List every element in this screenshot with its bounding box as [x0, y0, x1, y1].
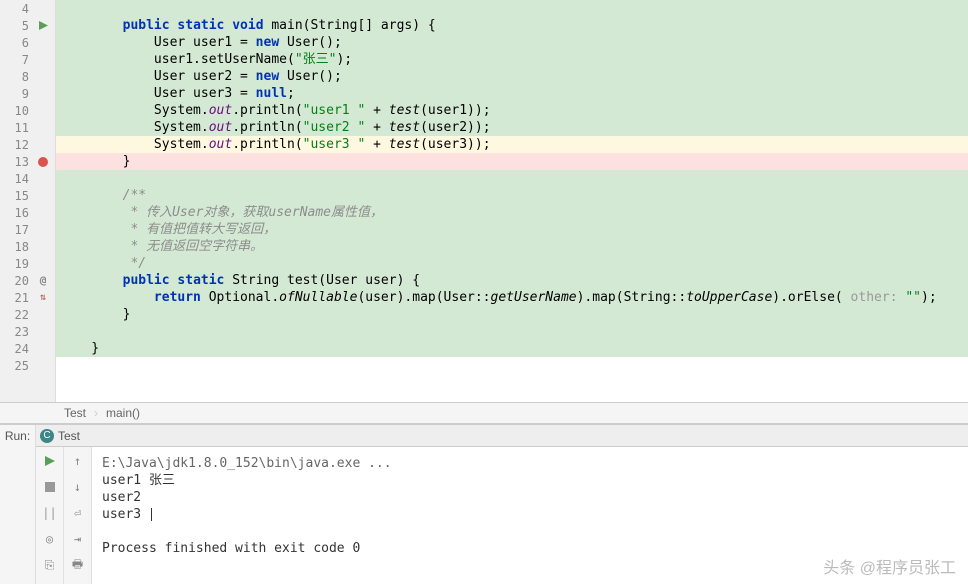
line-number: 10 — [11, 104, 35, 118]
run-toolbar-primary: || ◎ ⎘ — [36, 447, 64, 584]
line-number: 6 — [11, 36, 35, 50]
editor-area: 4 5 6 7 8 9 10 11 12 13 14 15 16 17 18 1… — [0, 0, 968, 402]
run-toolbar-secondary: ↑ ↓ ⏎ ⇥ 🖶 — [64, 447, 92, 584]
exit-icon[interactable]: ⎘ — [40, 555, 60, 575]
up-icon[interactable]: ↑ — [68, 451, 88, 471]
run-tab-bar: C Test — [36, 425, 968, 447]
code-line[interactable] — [56, 323, 968, 340]
code-line[interactable]: User user2 = new User(); — [56, 68, 968, 85]
line-number: 15 — [11, 189, 35, 203]
code-line[interactable]: User user1 = new User(); — [56, 34, 968, 51]
pause-button[interactable]: || — [40, 503, 60, 523]
breadcrumb-item[interactable]: Test — [60, 406, 90, 420]
breadcrumb-item[interactable]: main() — [102, 406, 144, 420]
code-line[interactable] — [56, 170, 968, 187]
code-line[interactable]: */ — [56, 255, 968, 272]
breadcrumb: Test › main() — [0, 402, 968, 424]
watermark: 头条 @程序员张工 — [823, 554, 956, 578]
line-number: 25 — [11, 359, 35, 373]
scroll-to-end-icon[interactable]: ⇥ — [68, 529, 88, 549]
line-number: 16 — [11, 206, 35, 220]
breadcrumb-separator: › — [90, 406, 102, 420]
console-line: user3 — [102, 506, 958, 523]
wrap-icon[interactable]: ⏎ — [68, 503, 88, 523]
rerun-button[interactable] — [40, 451, 60, 471]
stop-button[interactable] — [40, 477, 60, 497]
line-number: 20 — [11, 274, 35, 288]
line-number: 17 — [11, 223, 35, 237]
console-line: user1 张三 — [102, 472, 958, 489]
breakpoint-icon[interactable] — [35, 157, 51, 167]
line-number: 7 — [11, 53, 35, 67]
run-tab-label: Test — [58, 429, 80, 443]
line-number: 14 — [11, 172, 35, 186]
code-line[interactable] — [56, 357, 968, 374]
line-number: 19 — [11, 257, 35, 271]
code-line[interactable]: * 无值返回空字符串。 — [56, 238, 968, 255]
code-line[interactable]: } — [56, 153, 968, 170]
code-line[interactable]: * 有值把值转大写返回， — [56, 221, 968, 238]
code-line[interactable] — [56, 0, 968, 17]
run-gutter-icon[interactable] — [35, 21, 51, 30]
line-number: 5 — [11, 19, 35, 33]
console-line: user2 — [102, 489, 958, 506]
code-line[interactable]: user1.setUserName("张三"); — [56, 51, 968, 68]
console-line: E:\Java\jdk1.8.0_152\bin\java.exe ... — [102, 455, 958, 472]
line-number: 23 — [11, 325, 35, 339]
run-panel-label: Run: — [0, 425, 36, 584]
code-line[interactable]: } — [56, 340, 968, 357]
code-line[interactable]: * 传入User对象，获取userName属性值， — [56, 204, 968, 221]
camera-icon[interactable]: ◎ — [40, 529, 60, 549]
line-number: 24 — [11, 342, 35, 356]
line-number: 11 — [11, 121, 35, 135]
run-tab[interactable]: C Test — [40, 429, 80, 443]
recursion-icon[interactable]: ⇅ — [35, 292, 51, 303]
down-icon[interactable]: ↓ — [68, 477, 88, 497]
code-line[interactable]: System.out.println("user1 " + test(user1… — [56, 102, 968, 119]
line-number: 21 — [11, 291, 35, 305]
code-line[interactable]: public static String test(User user) { — [56, 272, 968, 289]
code-line[interactable]: System.out.println("user3 " + test(user3… — [56, 136, 968, 153]
line-number: 22 — [11, 308, 35, 322]
code-line[interactable]: } — [56, 306, 968, 323]
class-icon: C — [40, 429, 54, 443]
code-line[interactable]: System.out.println("user2 " + test(user2… — [56, 119, 968, 136]
gutter: 4 5 6 7 8 9 10 11 12 13 14 15 16 17 18 1… — [0, 0, 56, 402]
line-number: 4 — [11, 2, 35, 16]
code-line[interactable]: return Optional.ofNullable(user).map(Use… — [56, 289, 968, 306]
cursor-icon — [151, 508, 152, 521]
code-line[interactable]: /** — [56, 187, 968, 204]
line-number: 13 — [11, 155, 35, 169]
override-icon[interactable]: @ — [35, 274, 51, 287]
line-number: 18 — [11, 240, 35, 254]
line-number: 8 — [11, 70, 35, 84]
code-line[interactable]: public static void main(String[] args) { — [56, 17, 968, 34]
print-icon[interactable]: 🖶 — [68, 555, 88, 575]
line-number: 12 — [11, 138, 35, 152]
line-number: 9 — [11, 87, 35, 101]
code-editor[interactable]: public static void main(String[] args) {… — [56, 0, 968, 402]
code-line[interactable]: User user3 = null; — [56, 85, 968, 102]
